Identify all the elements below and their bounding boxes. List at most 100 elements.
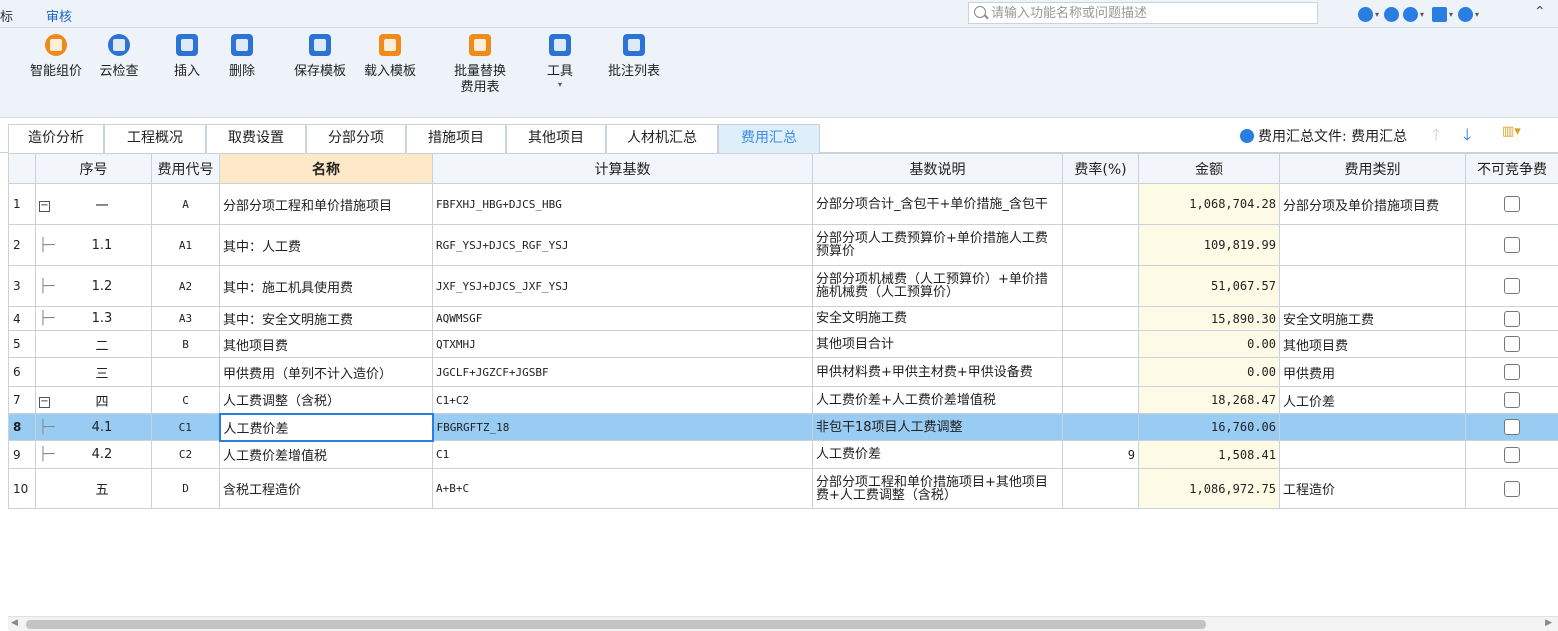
scroll-left-icon[interactable]: ◀ — [11, 618, 18, 628]
base-cell[interactable]: FBGRGFTZ_18 — [432, 413, 813, 441]
name-cell[interactable]: 含税工程造价 — [219, 468, 433, 509]
base-cell[interactable]: QTXMHJ — [432, 330, 813, 358]
header-name[interactable]: 名称 — [219, 153, 433, 184]
table-row[interactable]: 9 ├─ 4.2 C2 人工费价差增值税 C1 人工费价差 9 1,508.41 — [8, 440, 1558, 469]
table-row[interactable]: 7− 四 C 人工费调整（含税） C1+C2 人工费价差+人工费价差增值税 18,268.4… — [8, 386, 1558, 414]
category-cell[interactable] — [1279, 413, 1466, 441]
code-cell[interactable]: D — [151, 468, 220, 509]
collapse-ribbon-icon[interactable]: ⌃ — [1534, 4, 1546, 20]
desc-cell[interactable]: 分部分项工程和单价措施项目+其他项目费+人工费调整（含税） — [812, 468, 1063, 509]
non-competitive-cell[interactable] — [1465, 386, 1558, 414]
move-down-icon[interactable]: 🡓 — [1463, 124, 1471, 151]
seq-cell[interactable]: 五 — [35, 468, 152, 509]
name-cell[interactable]: 其他项目费 — [219, 330, 433, 358]
load-template-button[interactable]: 载入模板 — [360, 34, 420, 80]
comment-list-button[interactable]: 批注列表 — [604, 34, 664, 80]
name-cell[interactable]: 人工费调整（含税） — [219, 386, 433, 414]
rate-cell[interactable] — [1062, 357, 1139, 387]
base-cell[interactable]: RGF_YSJ+DJCS_RGF_YSJ — [432, 224, 813, 266]
non-competitive-cell[interactable] — [1465, 357, 1558, 387]
header-desc[interactable]: 基数说明 — [812, 153, 1063, 184]
header-amount[interactable]: 金额 — [1138, 153, 1280, 184]
checkbox[interactable] — [1504, 392, 1520, 408]
header-seq[interactable]: 序号 — [35, 153, 152, 184]
code-cell[interactable] — [151, 357, 220, 387]
base-cell[interactable]: C1+C2 — [432, 386, 813, 414]
header-code[interactable]: 费用代号 — [151, 153, 220, 184]
delete-button[interactable]: 删除 — [227, 34, 257, 80]
table-row[interactable]: 4 ├─ 1.3 A3 其中：安全文明施工费 AQWMSGF 安全文明施工费 15,890.3… — [8, 306, 1558, 331]
checkbox[interactable] — [1504, 480, 1520, 497]
rate-cell[interactable] — [1062, 468, 1139, 509]
seq-cell[interactable]: − 四 — [35, 386, 152, 414]
category-cell[interactable]: 安全文明施工费 — [1279, 306, 1466, 331]
header-category[interactable]: 费用类别 — [1279, 153, 1466, 184]
base-cell[interactable]: C1 — [432, 440, 813, 469]
seq-cell[interactable]: − 一 — [35, 183, 152, 225]
checkbox[interactable] — [1504, 310, 1520, 327]
code-cell[interactable]: C — [151, 386, 220, 414]
tab-fee-summary[interactable]: 费用汇总 — [718, 124, 820, 153]
category-cell[interactable]: 人工价差 — [1279, 386, 1466, 414]
row-number[interactable]: 8 — [8, 413, 36, 441]
row-number[interactable]: 9 — [8, 440, 36, 469]
non-competitive-cell[interactable] — [1465, 440, 1558, 469]
collapse-toggle-icon[interactable]: − — [39, 200, 50, 212]
checkbox[interactable] — [1504, 446, 1520, 463]
name-cell[interactable]: 分部分项工程和单价措施项目 — [219, 183, 433, 225]
desc-cell[interactable]: 甲供材料费+甲供主材费+甲供设备费 — [812, 357, 1063, 387]
non-competitive-cell[interactable] — [1465, 413, 1558, 441]
header-base[interactable]: 计算基数 — [432, 153, 813, 184]
code-cell[interactable]: C1 — [151, 413, 220, 441]
column-settings-icon[interactable]: ▥▾ — [1502, 124, 1521, 139]
scrollbar-thumb[interactable] — [26, 620, 1206, 629]
desc-cell[interactable]: 分部分项人工费预算价+单价措施人工费预算价 — [812, 224, 1063, 266]
insert-button[interactable]: 插入 — [172, 34, 202, 80]
tab-sub-items[interactable]: 分部分项 — [306, 124, 406, 153]
info-icon[interactable]: ▾ — [1458, 6, 1479, 22]
row-number[interactable]: 7 — [8, 386, 36, 414]
help-icon[interactable]: ▾ — [1403, 6, 1424, 22]
row-number[interactable]: 10 — [8, 468, 36, 509]
code-cell[interactable]: A — [151, 183, 220, 225]
category-cell[interactable] — [1279, 224, 1466, 266]
desc-cell[interactable]: 非包干18项目人工费调整 — [812, 413, 1063, 441]
code-cell[interactable]: A2 — [151, 265, 220, 307]
table-row[interactable]: 6 三 甲供费用（单列不计入造价） JGCLF+JGZCF+JGSBF 甲供材料费+甲供… — [8, 357, 1558, 387]
row-number[interactable]: 2 — [8, 224, 36, 266]
desc-cell[interactable]: 其他项目合计 — [812, 330, 1063, 358]
grid-menu-icon[interactable]: ▾ — [1432, 6, 1453, 22]
search-box[interactable] — [968, 2, 1318, 24]
desc-cell[interactable]: 安全文明施工费 — [812, 306, 1063, 331]
row-number[interactable]: 4 — [8, 306, 36, 331]
seq-cell[interactable]: 二 — [35, 330, 152, 358]
category-cell[interactable] — [1279, 440, 1466, 469]
rate-cell[interactable] — [1062, 413, 1139, 441]
name-cell[interactable]: 甲供费用（单列不计入造价） — [219, 357, 433, 387]
row-number[interactable]: 5 — [8, 330, 36, 358]
checkbox[interactable] — [1504, 278, 1520, 294]
code-cell[interactable]: B — [151, 330, 220, 358]
table-row[interactable]: 2 ├─ 1.1 A1 其中：人工费 RGF_YSJ+DJCS_RGF_YSJ 分部分项人工… — [8, 224, 1558, 266]
checkbox[interactable] — [1504, 237, 1520, 253]
base-cell[interactable]: JGCLF+JGZCF+JGSBF — [432, 357, 813, 387]
seq-cell[interactable]: ├─ 1.1 — [35, 224, 152, 266]
name-cell[interactable]: 人工费价差增值税 — [219, 440, 433, 469]
rate-cell[interactable] — [1062, 386, 1139, 414]
code-cell[interactable]: C2 — [151, 440, 220, 469]
non-competitive-cell[interactable] — [1465, 330, 1558, 358]
tools-button[interactable]: 工具 ▾ — [540, 34, 580, 89]
rate-cell[interactable] — [1062, 306, 1139, 331]
tab-project-overview[interactable]: 工程概况 — [104, 124, 206, 153]
rate-cell[interactable] — [1062, 265, 1139, 307]
non-competitive-cell[interactable] — [1465, 224, 1558, 266]
rate-cell[interactable]: 9 — [1062, 440, 1139, 469]
category-cell[interactable]: 其他项目费 — [1279, 330, 1466, 358]
row-number[interactable]: 6 — [8, 357, 36, 387]
seq-cell[interactable]: 三 — [35, 357, 152, 387]
batch-replace-button[interactable]: 批量替换 费用表 — [450, 34, 510, 96]
checkbox[interactable] — [1504, 364, 1520, 380]
tab-fee-settings[interactable]: 取费设置 — [206, 124, 306, 153]
checkbox[interactable] — [1504, 196, 1520, 212]
desc-cell[interactable]: 人工费价差+人工费价差增值税 — [812, 386, 1063, 414]
